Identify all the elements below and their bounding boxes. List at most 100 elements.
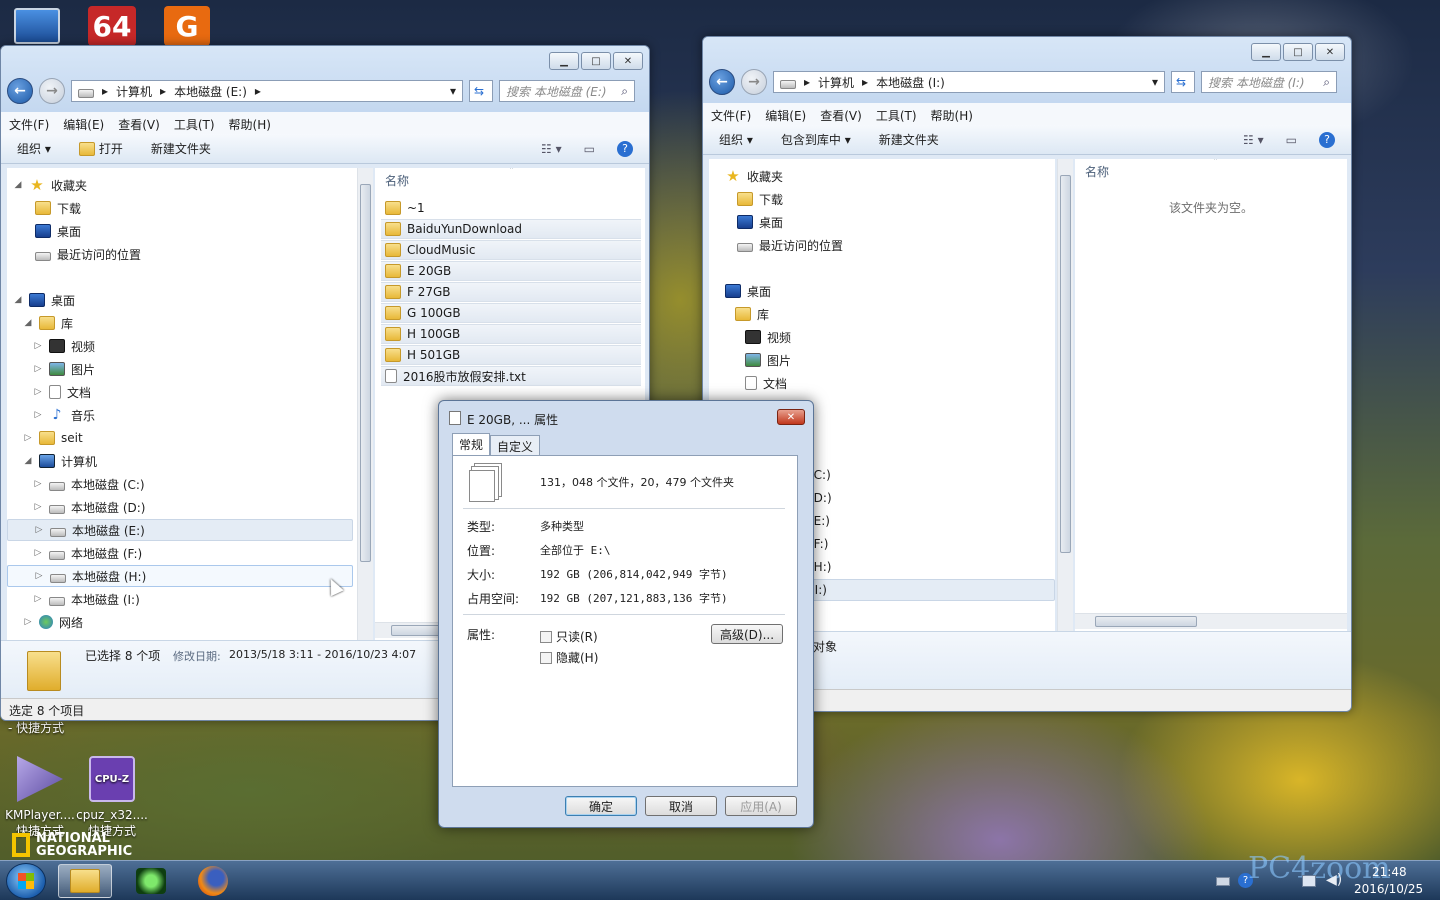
cancel-button[interactable]: 取消: [645, 796, 717, 816]
nav-libraries[interactable]: ◢ 库: [23, 312, 73, 334]
menu-view[interactable]: 查看(V): [118, 116, 160, 132]
address-bar[interactable]: ▸ 计算机 ▸ 本地磁盘 (E:) ▸ ▾: [71, 80, 463, 102]
collapse-icon[interactable]: ◢: [13, 295, 23, 305]
breadcrumb-computer[interactable]: 计算机: [818, 74, 854, 91]
expand-icon[interactable]: ▷: [33, 548, 43, 558]
nav-documents[interactable]: ▷ 文档: [33, 381, 91, 403]
collapse-icon[interactable]: ◢: [23, 318, 33, 328]
nav-downloads[interactable]: 下载: [35, 197, 81, 219]
file-row[interactable]: E 20GB: [381, 261, 641, 281]
minimize-button[interactable]: ▁: [1251, 43, 1281, 61]
nav-drive-f[interactable]: ▷ 本地磁盘 (F:): [33, 542, 143, 564]
breadcrumb-drive[interactable]: 本地磁盘 (I:): [876, 74, 945, 91]
kmplayer-shortcut[interactable]: KMPlayer.... 快捷方式: [0, 756, 80, 839]
preview-pane-icon[interactable]: ▭: [584, 142, 595, 156]
breadcrumb-computer[interactable]: 计算机: [116, 83, 152, 100]
app-64-icon[interactable]: 64: [88, 6, 136, 46]
chevron-down-icon[interactable]: ▾: [1152, 75, 1158, 89]
expand-icon[interactable]: ▷: [34, 525, 44, 535]
nav-desktop[interactable]: 桌面: [737, 211, 783, 233]
nav-drive-e[interactable]: ▷ 本地磁盘 (E:): [7, 519, 353, 541]
apply-button[interactable]: 应用(A): [725, 796, 797, 816]
nav-pictures[interactable]: 图片: [745, 349, 791, 371]
search-input[interactable]: 搜索 本地磁盘 (I:) ⌕: [1201, 71, 1337, 93]
open-button[interactable]: 打开: [78, 140, 123, 157]
nav-drive-d[interactable]: ▷ 本地磁盘 (D:): [33, 496, 146, 518]
file-row[interactable]: 2016股市放假安排.txt: [381, 366, 641, 386]
taskbar-explorer[interactable]: [58, 864, 112, 898]
column-header-name[interactable]: 名称: [385, 172, 409, 189]
menu-help[interactable]: 帮助(H): [931, 107, 973, 123]
view-options-icon[interactable]: ☷ ▾: [1243, 133, 1264, 147]
clock-date[interactable]: 2016/10/25: [1354, 882, 1423, 896]
file-row[interactable]: H 100GB: [381, 324, 641, 344]
menu-edit[interactable]: 编辑(E): [765, 107, 806, 123]
tab-general[interactable]: 常规: [452, 433, 491, 455]
nav-scrollbar[interactable]: [1057, 159, 1073, 631]
nav-favorites[interactable]: ★ 收藏夹: [725, 165, 783, 187]
nav-scrollbar[interactable]: [357, 168, 373, 640]
nav-desktop[interactable]: 桌面: [35, 220, 81, 242]
nav-pictures[interactable]: ▷ 图片: [33, 358, 95, 380]
column-header-name[interactable]: 名称: [1085, 163, 1109, 180]
include-in-library-button[interactable]: 包含到库中 ▾: [781, 131, 851, 148]
nav-downloads[interactable]: 下载: [737, 188, 783, 210]
help-icon[interactable]: ?: [617, 140, 633, 157]
expand-icon[interactable]: ▷: [33, 502, 43, 512]
nav-user[interactable]: ▷ seit: [23, 427, 83, 449]
menu-help[interactable]: 帮助(H): [229, 116, 271, 132]
file-row[interactable]: CloudMusic: [381, 240, 641, 260]
horizontal-scrollbar[interactable]: [1075, 613, 1347, 629]
nav-recent[interactable]: 最近访问的位置: [35, 243, 141, 265]
address-bar[interactable]: ▸ 计算机 ▸ 本地磁盘 (I:) ▾: [773, 71, 1165, 93]
taskbar-firefox[interactable]: [186, 864, 240, 898]
new-folder-button[interactable]: 新建文件夹: [879, 131, 939, 148]
tray-keyboard-icon[interactable]: [1216, 877, 1230, 886]
new-folder-button[interactable]: 新建文件夹: [151, 140, 211, 157]
file-row[interactable]: ~1: [381, 198, 641, 218]
nav-network[interactable]: ▷ 网络: [23, 611, 83, 633]
app-g-icon[interactable]: G: [164, 6, 210, 46]
preview-pane-icon[interactable]: ▭: [1286, 133, 1297, 147]
close-button[interactable]: ✕: [1315, 43, 1345, 61]
menu-tools[interactable]: 工具(T): [876, 107, 917, 123]
nav-scrollbar-thumb[interactable]: [1060, 175, 1071, 553]
collapse-icon[interactable]: ◢: [13, 180, 23, 190]
expand-icon[interactable]: ▷: [33, 341, 43, 351]
tab-custom[interactable]: 自定义: [490, 435, 541, 455]
file-row[interactable]: BaiduYunDownload: [381, 219, 641, 239]
advanced-button[interactable]: 高级(D)...: [711, 624, 783, 644]
organize-button[interactable]: 组织 ▾: [17, 140, 51, 157]
nav-drive-h[interactable]: ▷ 本地磁盘 (H:): [7, 565, 353, 587]
nav-scrollbar-thumb[interactable]: [360, 184, 371, 562]
maximize-button[interactable]: □: [1283, 43, 1313, 61]
nav-videos[interactable]: ▷ 视频: [33, 335, 95, 357]
file-row[interactable]: G 100GB: [381, 303, 641, 323]
nav-documents[interactable]: 文档: [745, 372, 787, 394]
view-options-icon[interactable]: ☷ ▾: [541, 142, 562, 156]
forward-button[interactable]: →: [741, 69, 767, 95]
nav-favorites[interactable]: ◢ ★ 收藏夹: [13, 174, 87, 196]
expand-icon[interactable]: ▷: [23, 617, 33, 627]
nav-desktop-root[interactable]: 桌面: [725, 280, 771, 302]
minimize-button[interactable]: ▁: [549, 52, 579, 70]
hidden-checkbox[interactable]: 隐藏(H): [540, 649, 598, 666]
forward-button[interactable]: →: [39, 78, 65, 104]
file-row[interactable]: H 501GB: [381, 345, 641, 365]
refresh-button[interactable]: ⇆: [469, 80, 493, 102]
menu-tools[interactable]: 工具(T): [174, 116, 215, 132]
expand-icon[interactable]: ▷: [23, 433, 33, 443]
menu-view[interactable]: 查看(V): [820, 107, 862, 123]
nav-recent[interactable]: 最近访问的位置: [737, 234, 843, 256]
nav-music[interactable]: ▷ ♪ 音乐: [33, 404, 95, 426]
horizontal-scrollbar-thumb[interactable]: [1095, 616, 1197, 627]
expand-icon[interactable]: ▷: [33, 479, 43, 489]
menu-edit[interactable]: 编辑(E): [63, 116, 104, 132]
cpuz-shortcut[interactable]: CPU-Z cpuz_x32.... 快捷方式: [72, 756, 152, 839]
tray-network-icon[interactable]: [1302, 875, 1316, 887]
back-button[interactable]: ←: [709, 69, 735, 95]
clock-time[interactable]: 21:48: [1372, 865, 1407, 879]
expand-icon[interactable]: ▷: [33, 364, 43, 374]
collapse-icon[interactable]: ◢: [23, 456, 33, 466]
chevron-down-icon[interactable]: ▾: [450, 84, 456, 98]
